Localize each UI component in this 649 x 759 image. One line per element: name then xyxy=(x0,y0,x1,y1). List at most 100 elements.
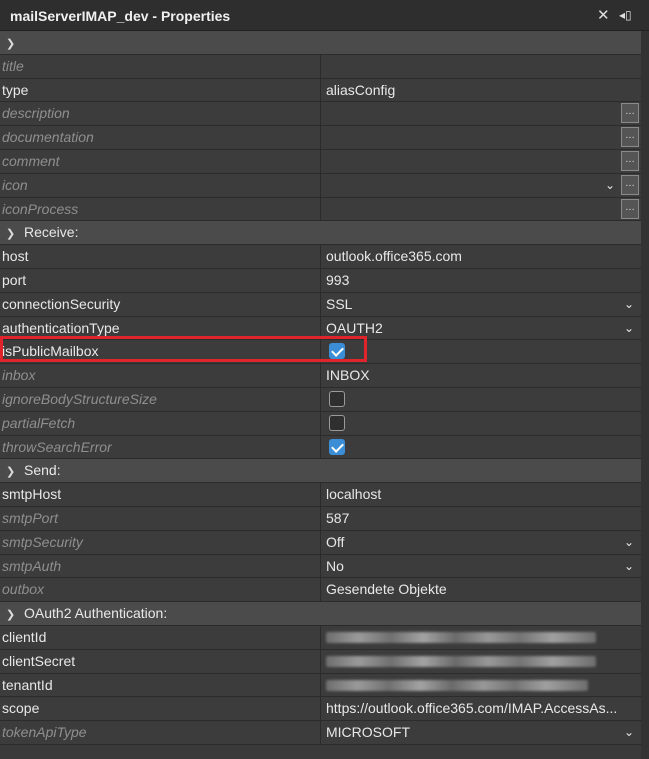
property-name: comment xyxy=(0,149,321,173)
property-name: smtpSecurity xyxy=(0,530,321,554)
property-row-comment: comment … xyxy=(0,149,641,174)
property-row-authenticationtype: authenticationType OAUTH2 ⌄ xyxy=(0,316,641,341)
property-row-throwsearcherror: throwSearchError xyxy=(0,435,641,460)
property-name: host xyxy=(0,245,321,268)
property-row-documentation: documentation … xyxy=(0,126,641,150)
property-name: outbox xyxy=(0,578,321,602)
redacted-value[interactable] xyxy=(326,655,596,667)
close-icon[interactable]: ✕ xyxy=(597,6,610,24)
property-row-smtpauth: smtpAuth No ⌄ xyxy=(0,554,641,579)
property-name: smtpPort xyxy=(0,506,321,530)
chevron-down-icon[interactable]: ⌄ xyxy=(624,555,634,578)
property-value[interactable]: 993 xyxy=(322,269,641,292)
chevron-down-icon[interactable]: ⌄ xyxy=(624,531,634,554)
property-value[interactable]: 587 xyxy=(322,507,641,530)
chevron-down-icon[interactable]: ⌄ xyxy=(624,721,634,744)
window-title: mailServerIMAP_dev - Properties xyxy=(10,8,231,24)
property-value[interactable]: aliasConfig xyxy=(322,79,641,102)
property-value[interactable]: INBOX xyxy=(322,364,641,387)
property-value[interactable]: localhost xyxy=(322,483,641,506)
property-name: tenantId xyxy=(0,673,321,697)
property-row-scope: scope https://outlook.office365.com/IMAP… xyxy=(0,697,641,722)
ellipsis-button[interactable]: … xyxy=(621,198,639,219)
property-value-select[interactable]: MICROSOFT xyxy=(322,721,641,744)
property-name: authenticationType xyxy=(0,316,321,340)
property-name: icon xyxy=(0,173,321,197)
section-header-oauth[interactable]: ❯ OAuth2 Authentication: xyxy=(0,602,641,626)
property-name: ignoreBodyStructureSize xyxy=(0,387,321,411)
property-row-host: host outlook.office365.com xyxy=(0,245,641,269)
throwsearcherror-checkbox[interactable] xyxy=(329,438,345,455)
ellipsis-button[interactable]: … xyxy=(621,150,639,171)
section-header-general[interactable]: ❯ xyxy=(0,31,641,55)
property-value[interactable]: https://outlook.office365.com/IMAP.Acces… xyxy=(322,697,641,720)
section-label: Receive: xyxy=(24,224,79,241)
partialfetch-checkbox[interactable] xyxy=(329,414,345,431)
property-row-inbox: inbox INBOX xyxy=(0,364,641,388)
chevron-down-icon[interactable]: ⌄ xyxy=(624,293,634,316)
property-row-description: description … xyxy=(0,102,641,127)
section-label: OAuth2 Authentication: xyxy=(24,605,168,622)
property-row-title: title xyxy=(0,54,641,79)
property-name: connectionSecurity xyxy=(0,292,321,316)
chevron-down-icon[interactable]: ❯ xyxy=(6,604,20,627)
ignorebodystructuresize-checkbox[interactable] xyxy=(329,390,345,407)
property-name: iconProcess xyxy=(0,197,321,221)
property-row-tenantid: tenantId xyxy=(0,673,641,698)
property-row-tokenapitype: tokenApiType MICROSOFT ⌄ xyxy=(0,721,641,745)
redacted-value[interactable] xyxy=(326,631,596,643)
property-row-ignorebodystructuresize: ignoreBodyStructureSize xyxy=(0,387,641,412)
section-header-send[interactable]: ❯ Send: xyxy=(0,459,641,484)
property-row-outbox: outbox Gesendete Objekte xyxy=(0,578,641,603)
redacted-value[interactable] xyxy=(326,679,588,691)
section-header-receive[interactable]: ❯ Receive: xyxy=(0,221,641,246)
property-value[interactable]: outlook.office365.com xyxy=(322,245,641,268)
scrollbar[interactable] xyxy=(641,31,649,759)
property-value[interactable] xyxy=(322,174,641,197)
property-row-smtpport: smtpPort 587 xyxy=(0,506,641,531)
property-name: isPublicMailbox xyxy=(0,340,321,364)
property-value[interactable] xyxy=(322,102,641,125)
properties-table: ❯ title type aliasConfig description … d… xyxy=(0,31,641,745)
property-row-partialfetch: partialFetch xyxy=(0,411,641,436)
chevron-down-icon[interactable]: ⌄ xyxy=(624,317,634,340)
property-value-select[interactable]: OAUTH2 xyxy=(322,317,641,340)
property-name: documentation xyxy=(0,126,321,149)
chevron-down-icon[interactable]: ❯ xyxy=(6,33,20,56)
property-row-clientsecret: clientSecret xyxy=(0,649,641,674)
ellipsis-button[interactable]: … xyxy=(621,103,639,124)
property-name: smtpAuth xyxy=(0,554,321,578)
property-value[interactable]: Gesendete Objekte xyxy=(322,578,641,601)
property-name: tokenApiType xyxy=(0,721,321,744)
property-name: port xyxy=(0,268,321,292)
ispublicmailbox-checkbox[interactable] xyxy=(329,343,345,360)
property-row-clientid: clientId xyxy=(0,625,641,650)
property-value-select[interactable]: SSL xyxy=(322,293,641,316)
property-value-select[interactable]: No xyxy=(322,555,641,578)
property-name: inbox xyxy=(0,364,321,387)
property-name: throwSearchError xyxy=(0,435,321,459)
property-value-select[interactable]: Off xyxy=(322,531,641,554)
property-row-connectionsecurity: connectionSecurity SSL ⌄ xyxy=(0,292,641,317)
section-label: Send: xyxy=(24,462,61,479)
property-row-smtpsecurity: smtpSecurity Off ⌄ xyxy=(0,530,641,555)
property-row-type: type aliasConfig xyxy=(0,78,641,103)
property-row-iconprocess: iconProcess … xyxy=(0,197,641,222)
ellipsis-button[interactable]: … xyxy=(621,127,639,148)
ellipsis-button[interactable]: … xyxy=(621,174,639,195)
property-name: description xyxy=(0,102,321,126)
chevron-down-icon[interactable]: ❯ xyxy=(6,461,20,484)
property-value[interactable] xyxy=(322,126,641,149)
property-value[interactable] xyxy=(322,150,641,173)
chevron-down-icon[interactable]: ⌄ xyxy=(605,174,615,197)
property-name: type xyxy=(0,78,321,102)
chevron-down-icon[interactable]: ❯ xyxy=(6,223,20,246)
property-name: title xyxy=(0,54,321,78)
property-name: clientSecret xyxy=(0,649,321,673)
property-value[interactable] xyxy=(322,55,641,78)
title-bar: mailServerIMAP_dev - Properties ✕ ◂▯ xyxy=(0,0,649,31)
property-name: partialFetch xyxy=(0,411,321,435)
property-value[interactable] xyxy=(322,198,641,221)
property-name: smtpHost xyxy=(0,483,321,506)
pin-icon[interactable]: ◂▯ xyxy=(619,8,632,22)
